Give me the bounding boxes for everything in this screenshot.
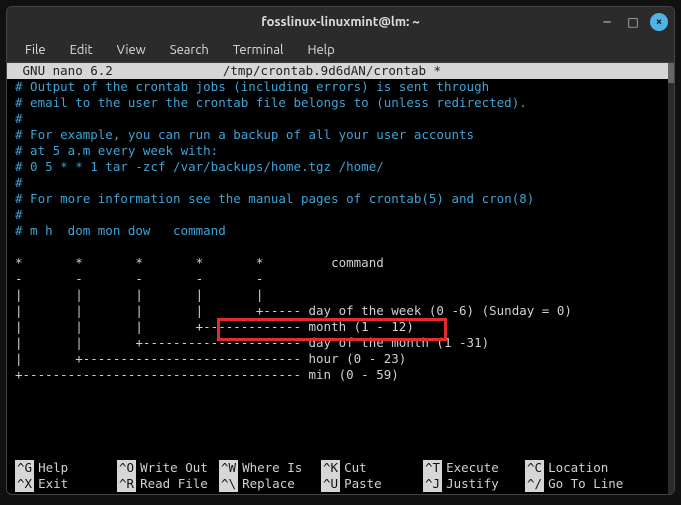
- shortcut-key: ^C: [525, 460, 544, 476]
- menu-edit[interactable]: Edit: [60, 40, 103, 60]
- shortcut-key: ^J: [423, 476, 442, 492]
- close-button[interactable]: ×: [650, 13, 668, 31]
- editor-line: [15, 239, 666, 255]
- shortcut-key: ^W: [219, 460, 238, 476]
- nano-shortcut: ^JJustify: [423, 476, 525, 492]
- shortcut-label: Replace: [242, 476, 295, 492]
- shortcut-key: ^U: [321, 476, 340, 492]
- nano-shortcut: ^TExecute: [423, 460, 525, 476]
- nano-header: GNU nano 6.2 /tmp/crontab.9d6dAN/crontab…: [7, 63, 674, 79]
- shortcut-key: ^T: [423, 460, 442, 476]
- editor-content: # Output of the crontab jobs (including …: [7, 79, 674, 383]
- menu-terminal[interactable]: Terminal: [223, 40, 294, 60]
- window-controls: ─ □ ×: [598, 13, 668, 31]
- shortcut-key: ^G: [15, 460, 34, 476]
- editor-comment-line: #: [15, 207, 666, 223]
- editor-comment-line: # For example, you can run a backup of a…: [15, 127, 666, 143]
- menu-search[interactable]: Search: [160, 40, 219, 60]
- shortcut-label: Exit: [38, 476, 68, 492]
- menu-file[interactable]: File: [15, 40, 56, 60]
- nano-shortcut: ^XExit: [15, 476, 117, 492]
- editor-comment-line: #: [15, 111, 666, 127]
- editor-comment-line: # email to the user the crontab file bel…: [15, 95, 666, 111]
- titlebar: fosslinux-linuxmint@lm: ~ ─ □ ×: [7, 7, 674, 37]
- editor-comment-line: # Output of the crontab jobs (including …: [15, 79, 666, 95]
- terminal-body[interactable]: GNU nano 6.2 /tmp/crontab.9d6dAN/crontab…: [7, 63, 674, 494]
- nano-shortcut: ^UPaste: [321, 476, 423, 492]
- menubar: File Edit View Search Terminal Help: [7, 37, 674, 63]
- editor-comment-line: # at 5 a.m every week with:: [15, 143, 666, 159]
- window-title: fosslinux-linuxmint@lm: ~: [7, 15, 674, 29]
- editor-line: | | | +------------- month (1 - 12): [15, 319, 666, 335]
- menu-help[interactable]: Help: [297, 40, 344, 60]
- minimize-button[interactable]: ─: [598, 13, 616, 31]
- nano-shortcut: ^CLocation: [525, 460, 627, 476]
- maximize-button[interactable]: □: [624, 13, 642, 31]
- nano-shortcut: ^/Go To Line: [525, 476, 627, 492]
- scrollbar-thumb[interactable]: [668, 63, 674, 83]
- editor-line: | | | | +----- day of the week (0 -6) (S…: [15, 303, 666, 319]
- nano-shortcut: ^OWrite Out: [117, 460, 219, 476]
- nano-footer: ^GHelp^OWrite Out^WWhere Is^KCut^TExecut…: [7, 460, 668, 494]
- nano-shortcut: ^WWhere Is: [219, 460, 321, 476]
- editor-line: | +----------------------------- hour (0…: [15, 351, 666, 367]
- nano-shortcut: ^RRead File: [117, 476, 219, 492]
- shortcut-label: Help: [38, 460, 68, 476]
- shortcut-key: ^X: [15, 476, 34, 492]
- shortcut-label: Paste: [344, 476, 382, 492]
- shortcut-label: Read File: [140, 476, 208, 492]
- shortcut-label: Location: [548, 460, 608, 476]
- menu-view[interactable]: View: [107, 40, 156, 60]
- editor-comment-line: # For more information see the manual pa…: [15, 191, 666, 207]
- nano-filepath: /tmp/crontab.9d6dAN/crontab *: [223, 63, 441, 79]
- shortcuts-row-2: ^XExit^RRead File^\Replace^UPaste^JJusti…: [15, 476, 660, 492]
- editor-line: - - - - -: [15, 271, 666, 287]
- nano-shortcut: ^KCut: [321, 460, 423, 476]
- shortcut-label: Write Out: [140, 460, 208, 476]
- shortcut-label: Where Is: [242, 460, 302, 476]
- shortcut-key: ^K: [321, 460, 340, 476]
- editor-comment-line: #: [15, 175, 666, 191]
- editor-line: +------------------------------------- m…: [15, 367, 666, 383]
- nano-version: GNU nano 6.2: [15, 63, 113, 79]
- nano-shortcut: ^GHelp: [15, 460, 117, 476]
- editor-line: | | | | |: [15, 287, 666, 303]
- shortcut-label: Cut: [344, 460, 367, 476]
- shortcut-label: Justify: [446, 476, 499, 492]
- editor-line: * * * * * command: [15, 255, 666, 271]
- nano-shortcut: ^\Replace: [219, 476, 321, 492]
- scrollbar[interactable]: [668, 63, 674, 494]
- shortcut-key: ^\: [219, 476, 238, 492]
- terminal-window: fosslinux-linuxmint@lm: ~ ─ □ × File Edi…: [6, 6, 675, 495]
- editor-comment-line: # 0 5 * * 1 tar -zcf /var/backups/home.t…: [15, 159, 666, 175]
- editor-comment-line: # m h dom mon dow command: [15, 223, 666, 239]
- editor-line: | | +--------------------- day of the mo…: [15, 335, 666, 351]
- shortcut-label: Execute: [446, 460, 499, 476]
- shortcut-label: Go To Line: [548, 476, 623, 492]
- shortcut-key: ^/: [525, 476, 544, 492]
- shortcut-key: ^R: [117, 476, 136, 492]
- shortcut-key: ^O: [117, 460, 136, 476]
- shortcuts-row-1: ^GHelp^OWrite Out^WWhere Is^KCut^TExecut…: [15, 460, 660, 476]
